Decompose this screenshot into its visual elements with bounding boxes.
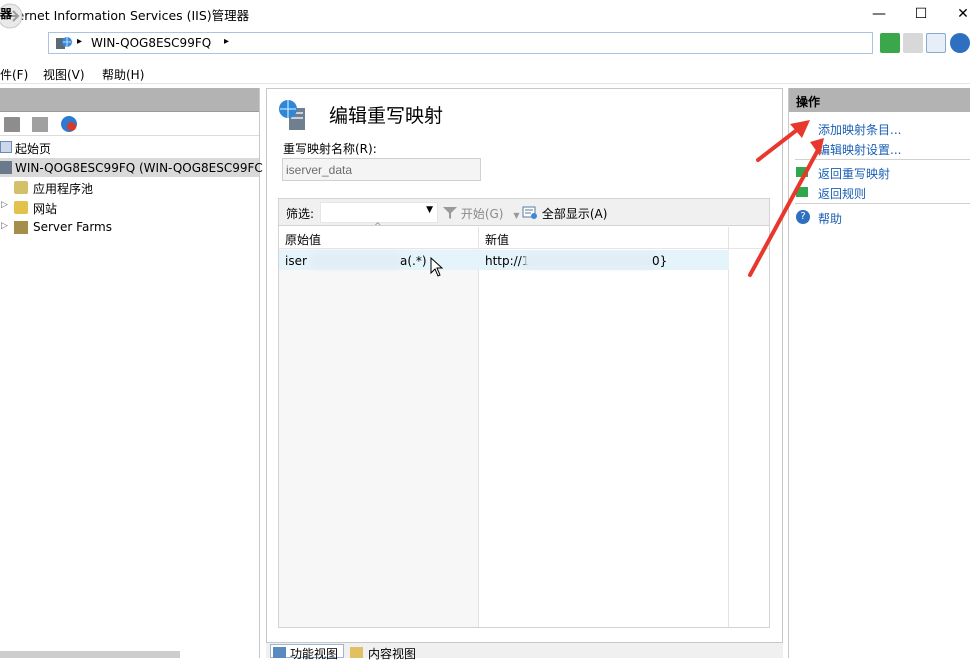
disconnect-badge-icon [67, 122, 76, 131]
column-header [279, 227, 769, 249]
action-add-mapping-entry[interactable]: 添加映射条目... [818, 121, 901, 138]
window-title: Internet Information Services (IIS)管理器 [0, 8, 250, 23]
path-separator: ▸ [77, 36, 83, 47]
tree-item-app-pools[interactable]: 应用程序池 [33, 180, 93, 197]
sort-up-icon: ^ [374, 222, 382, 232]
action-edit-map-settings[interactable]: 编辑映射设置... [818, 141, 901, 158]
close-button[interactable]: ✕ [940, 0, 970, 28]
redaction-blur [310, 252, 402, 269]
minimize-button[interactable]: — [856, 0, 902, 28]
menu-bar [0, 62, 970, 84]
menu-help[interactable]: 帮助(H) [102, 66, 144, 83]
actions-header-label: 操作 [796, 95, 821, 109]
stop-icon[interactable] [903, 33, 923, 53]
content-view-icon [350, 647, 363, 658]
app-pool-icon [14, 181, 28, 194]
server-globe-icon [56, 37, 72, 49]
map-name-field[interactable] [282, 158, 481, 181]
connections-header [0, 88, 259, 112]
save-icon[interactable] [4, 117, 20, 132]
left-scrollbar[interactable] [0, 651, 180, 658]
annotation-arrow-2 [748, 148, 820, 277]
address-input[interactable]: ▸ WIN-QOG8ESC99FQ ▸ [48, 32, 873, 54]
filter-label: 筛选: [286, 207, 315, 221]
path-separator-trailing: ▸ [224, 36, 230, 47]
refresh-icon[interactable] [880, 33, 900, 53]
column-divider [478, 227, 479, 627]
start-page-icon [0, 141, 12, 153]
column-new-value[interactable]: 新值 [485, 231, 509, 248]
maximize-button[interactable]: ☐ [898, 0, 944, 28]
funnel-icon [443, 207, 457, 219]
expand-server-farms-icon[interactable]: ▷ [1, 221, 8, 231]
rewrite-map-globe-icon [279, 100, 305, 130]
redaction-blur-new [524, 252, 656, 269]
row-original-start: iser [285, 254, 307, 268]
tree-item-start-page[interactable]: 起始页 [15, 140, 51, 157]
address-server-name: WIN-QOG8ESC99FQ [91, 36, 212, 50]
connections-header-label: 器 [0, 7, 13, 21]
mouse-pointer-icon [430, 257, 444, 277]
start-filter-label: 开始(G) [460, 207, 504, 221]
annotation-arrows [748, 120, 824, 277]
filter-input[interactable]: ▼ [320, 202, 438, 223]
connect-icon[interactable] [32, 117, 48, 132]
start-filter-button[interactable]: 开始(G) ▼ [443, 205, 519, 222]
expand-sites-icon[interactable]: ▷ [1, 200, 8, 210]
show-all-button[interactable]: 全部显示(A) [522, 205, 607, 222]
page-title: 编辑重写映射 [329, 105, 444, 127]
column-original-value[interactable]: 原始值 [285, 231, 321, 248]
original-column-background [279, 249, 478, 627]
map-name-label: 重写映射名称(R): [283, 142, 377, 156]
annotation-arrow-1 [756, 124, 804, 162]
features-view-icon [273, 647, 286, 658]
column-divider-end [728, 227, 729, 627]
help-icon[interactable] [950, 33, 970, 53]
filter-dropdown-chevron-icon[interactable]: ▼ [426, 205, 433, 215]
sites-folder-icon [14, 201, 28, 214]
tab-content-view[interactable]: 内容视图 [368, 645, 416, 662]
row-new-start: http://1 [485, 254, 530, 268]
tree-item-server-farms[interactable]: Server Farms [33, 220, 112, 234]
server-icon [0, 161, 12, 174]
show-all-icon [522, 206, 537, 219]
row-original-end: a(.*) [400, 254, 427, 268]
row-new-end: 0} [652, 254, 668, 268]
menu-file[interactable]: 件(F) [0, 66, 28, 83]
tree-item-sites[interactable]: 网站 [33, 200, 57, 217]
tab-features-view-label: 功能视图 [290, 647, 339, 661]
tree-item-server-label: WIN-QOG8ESC99FQ (WIN-QOG8ESC99FC [15, 161, 263, 175]
show-all-label: 全部显示(A) [541, 207, 608, 221]
menu-view[interactable]: 视图(V) [43, 66, 85, 83]
server-farms-icon [14, 221, 28, 234]
home-icon[interactable] [926, 33, 946, 53]
start-dropdown-icon[interactable]: ▼ [513, 211, 519, 220]
